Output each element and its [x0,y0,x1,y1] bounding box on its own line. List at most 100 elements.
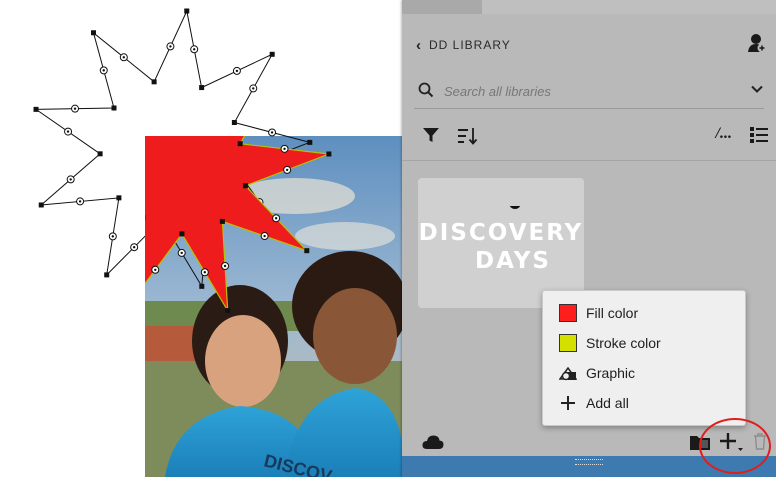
red-star-midpoint-dot [98,227,100,229]
menu-item-label: Graphic [586,365,636,381]
red-star-anchor-point[interactable] [326,151,332,157]
red-star-midpoint-dot [135,260,137,262]
red-star-midpoint-handle[interactable] [176,66,183,73]
outline-star-anchor-point[interactable] [199,283,205,289]
red-star-anchor-point[interactable] [164,110,169,115]
red-star-anchor-point[interactable] [242,183,248,189]
red-star-anchor-point[interactable] [140,214,146,220]
outline-star-midpoint-dot [235,69,239,73]
outline-star-anchor-point[interactable] [104,272,110,278]
menu-item-fill-color[interactable]: Fill color [543,299,745,327]
list-view-icon[interactable] [750,126,768,144]
trash-icon[interactable] [753,433,767,450]
red-star-midpoint-handle[interactable] [96,224,103,231]
red-star-midpoint-handle[interactable] [80,156,87,163]
library-title: DD LIBRARY [429,38,511,52]
add-collaborator-icon[interactable] [746,32,768,54]
logo-figure-head [509,206,521,209]
menu-item-stroke-color[interactable]: Stroke color [543,329,745,357]
red-star-anchor-point[interactable] [207,112,212,117]
red-filled-star-shape[interactable] [41,25,332,314]
outline-star-anchor-point[interactable] [116,195,122,201]
panel-tab[interactable] [482,0,776,14]
red-star-anchor-point[interactable] [126,303,131,308]
red-star-midpoint-handle[interactable] [112,94,119,101]
resize-handle[interactable] [575,459,603,465]
panel-resize-strip [402,456,776,477]
search-divider [414,108,764,109]
outline-star-midpoint-dot [66,130,70,133]
red-star-midpoint-dot [261,104,263,106]
red-star-anchor-point[interactable] [219,218,225,224]
red-star-midpoint-handle[interactable] [129,81,136,88]
red-star-midpoint-dot [87,138,89,140]
red-star-midpoint-handle[interactable] [258,101,265,108]
red-star-anchor-point[interactable] [281,63,286,68]
outline-star-midpoint-dot [270,131,274,134]
outline-star-midpoint-dot [69,178,72,181]
red-star-anchor-point[interactable] [237,141,243,147]
outline-star-anchor-point[interactable] [33,106,39,112]
red-star-anchor-point[interactable] [41,137,46,142]
red-star-midpoint-dot [245,89,247,91]
chevron-down-icon[interactable] [750,82,764,96]
red-star-midpoint-dot [203,271,207,274]
logo-line1: DISCOVERY [419,220,584,246]
outline-star-midpoint-dot [180,251,183,255]
red-star-anchor-point[interactable] [225,308,231,314]
outline-star-midpoint-dot [193,48,196,51]
outline-star-anchor-point[interactable] [111,105,117,111]
menu-item-graphic[interactable]: Graphic [543,359,745,387]
menu-item-label: Add all [586,395,629,411]
artboard-canvas[interactable]: DISCOV [0,0,402,477]
red-star-midpoint-dot [223,264,227,268]
menu-item-add-all[interactable]: Add all [543,389,745,417]
outline-star-anchor-point[interactable] [38,202,44,208]
view-options-button[interactable]: /... [716,125,732,143]
star-shapes-layer [33,8,332,314]
outline-star-anchor-point[interactable] [97,151,103,157]
red-star-midpoint-handle[interactable] [86,205,93,212]
graphic-shapes-icon [559,366,577,381]
library-asset-tile[interactable]: DISCOVERY DAYS [418,178,584,308]
sort-icon[interactable] [456,126,478,146]
red-star-midpoint-handle[interactable] [85,136,92,143]
red-star-anchor-point[interactable] [53,236,58,241]
red-star-anchor-point[interactable] [121,177,126,182]
outline-star-anchor-point[interactable] [199,85,205,91]
outline-star-anchor-point[interactable] [307,139,313,145]
menu-item-label: Stroke color [586,335,661,351]
outline-star-anchor-point[interactable] [269,51,275,57]
chevron-left-icon: ‹ [416,36,421,54]
outline-star-anchor-point[interactable] [184,8,190,14]
red-star-midpoint-dot [274,217,278,220]
outline-star-midpoint-dot [102,69,105,72]
outline-star-midpoint-dot [252,87,255,90]
toolbar-divider [402,160,776,161]
red-star-midpoint-dot [82,159,84,161]
red-star-midpoint-dot [263,234,266,238]
add-content-button[interactable] [718,430,744,454]
search-input[interactable] [442,79,726,103]
red-star-midpoint-dot [154,268,157,271]
add-content-menu: Fill color Stroke color Graphic Add all [542,290,746,426]
outline-star-midpoint-dot [78,200,82,203]
discovery-days-logo: DISCOVERY DAYS [419,206,584,274]
outline-star-anchor-point[interactable] [231,120,237,126]
outline-star-anchor-point[interactable] [151,79,157,85]
outline-star-midpoint-dot [122,56,126,59]
back-to-libraries-button[interactable]: ‹ DD LIBRARY [416,36,511,54]
folder-icon[interactable] [690,434,710,450]
red-star-anchor-point[interactable] [179,231,185,237]
menu-item-label: Fill color [586,305,639,321]
red-star-midpoint-dot [283,147,286,151]
stroke-swatch-icon [559,334,577,352]
red-star-anchor-point[interactable] [304,248,310,254]
filter-icon[interactable] [422,126,440,144]
red-star-midpoint-dot [131,83,133,85]
outline-star-anchor-point[interactable] [90,30,96,36]
red-star-midpoint-handle[interactable] [132,258,139,265]
cloud-icon[interactable] [422,434,444,450]
red-star-anchor-point[interactable] [130,136,135,141]
red-star-midpoint-handle[interactable] [243,87,250,94]
